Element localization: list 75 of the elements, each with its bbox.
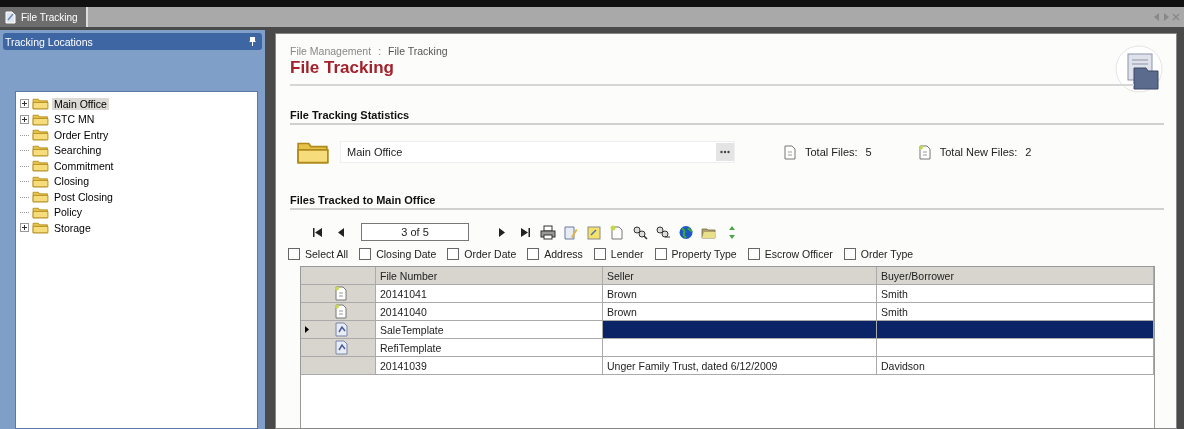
stat-value: 2 bbox=[1025, 146, 1032, 158]
checkbox-label: Lender bbox=[610, 248, 644, 260]
pager-field[interactable]: 3 of 5 bbox=[361, 223, 469, 241]
folder-icon bbox=[32, 221, 49, 235]
checkbox[interactable] bbox=[654, 248, 667, 260]
template-document-icon bbox=[334, 340, 350, 355]
document-icon bbox=[4, 10, 16, 24]
tree-item[interactable]: Storage bbox=[52, 221, 93, 234]
current-row-icon bbox=[305, 326, 309, 333]
checkbox[interactable] bbox=[288, 248, 300, 260]
pin-icon[interactable] bbox=[249, 37, 256, 46]
breadcrumb-item[interactable]: File Management bbox=[290, 45, 372, 57]
table-row[interactable]: 20141040 Brown Smith bbox=[301, 303, 1154, 321]
checkbox-label: Property Type bbox=[671, 248, 737, 260]
folder-icon bbox=[32, 190, 49, 204]
table-row[interactable]: 20141039 Unger Family Trust, dated 6/12/2009 Davidson bbox=[301, 357, 1154, 375]
checkbox-label: Order Type bbox=[860, 248, 914, 260]
folder-icon bbox=[32, 112, 49, 126]
tree-item[interactable]: Order Entry bbox=[52, 128, 111, 141]
ellipsis-icon bbox=[720, 150, 730, 154]
checkbox[interactable] bbox=[843, 248, 856, 260]
checkbox[interactable] bbox=[747, 248, 760, 260]
tree-item[interactable]: Closing bbox=[52, 175, 92, 188]
folder-icon bbox=[32, 159, 49, 173]
new-document-icon bbox=[917, 144, 932, 160]
checkbox[interactable] bbox=[593, 248, 606, 260]
section-heading: File Tracking Statistics bbox=[290, 109, 1164, 125]
find-next-icon[interactable] bbox=[655, 224, 671, 240]
table-row[interactable]: 20141041 Brown Smith bbox=[301, 285, 1154, 303]
tree-item[interactable]: Commitment bbox=[52, 159, 116, 172]
browse-button[interactable] bbox=[716, 143, 734, 161]
tree-item[interactable]: STC MN bbox=[52, 113, 97, 126]
document-icon bbox=[783, 144, 797, 160]
tree-item[interactable]: Main Office bbox=[52, 97, 109, 110]
checkbox-label: Order Date bbox=[464, 248, 517, 260]
tree-item[interactable]: Searching bbox=[52, 144, 104, 157]
stat-label: Total Files: bbox=[805, 146, 858, 158]
folder-icon bbox=[32, 205, 49, 219]
page-title: File Tracking bbox=[290, 58, 395, 78]
tree-item[interactable]: Post Closing bbox=[52, 190, 115, 203]
stat-value: 5 bbox=[865, 146, 872, 158]
table-row[interactable]: RefiTemplate bbox=[301, 339, 1154, 357]
folder-icon bbox=[32, 97, 49, 111]
new-document-icon bbox=[334, 286, 348, 301]
checkbox-label: Address bbox=[544, 248, 583, 260]
expand-icon[interactable] bbox=[20, 223, 29, 233]
file-tracking-tab[interactable]: File Tracking bbox=[0, 7, 88, 27]
panel-title: Tracking Locations bbox=[5, 35, 93, 48]
checkbox-label: Select All bbox=[305, 248, 349, 260]
checkbox[interactable] bbox=[527, 248, 540, 260]
note-icon[interactable] bbox=[586, 224, 602, 240]
folder-icon bbox=[32, 174, 49, 188]
file-cabinet-icon bbox=[1114, 44, 1164, 94]
folder-icon bbox=[32, 128, 49, 142]
expand-icon[interactable] bbox=[20, 99, 29, 109]
folder-icon bbox=[32, 143, 49, 157]
expand-icon[interactable] bbox=[20, 114, 29, 124]
tree-item[interactable]: Policy bbox=[52, 206, 84, 219]
checkbox-label: Closing Date bbox=[376, 248, 437, 260]
printer-icon[interactable] bbox=[540, 224, 556, 240]
breadcrumb-item: : bbox=[378, 45, 382, 57]
find-icon[interactable] bbox=[632, 224, 648, 240]
checkbox[interactable] bbox=[359, 248, 372, 260]
row-header[interactable] bbox=[301, 321, 376, 338]
location-field[interactable]: Main Office bbox=[340, 141, 735, 163]
new-document-icon bbox=[334, 304, 348, 319]
table-cell: SaleTemplate bbox=[376, 321, 603, 338]
checkbox[interactable] bbox=[447, 248, 460, 260]
table-row[interactable]: SaleTemplate bbox=[301, 321, 1154, 339]
globe-icon[interactable] bbox=[678, 224, 694, 240]
section-heading: Files Tracked to Main Office bbox=[290, 194, 1164, 210]
stat-label: Total New Files: bbox=[939, 146, 1018, 158]
breadcrumb-item[interactable]: File Tracking bbox=[388, 45, 448, 57]
checkbox-label: Escrow Officer bbox=[764, 248, 833, 260]
template-document-icon bbox=[334, 322, 350, 337]
